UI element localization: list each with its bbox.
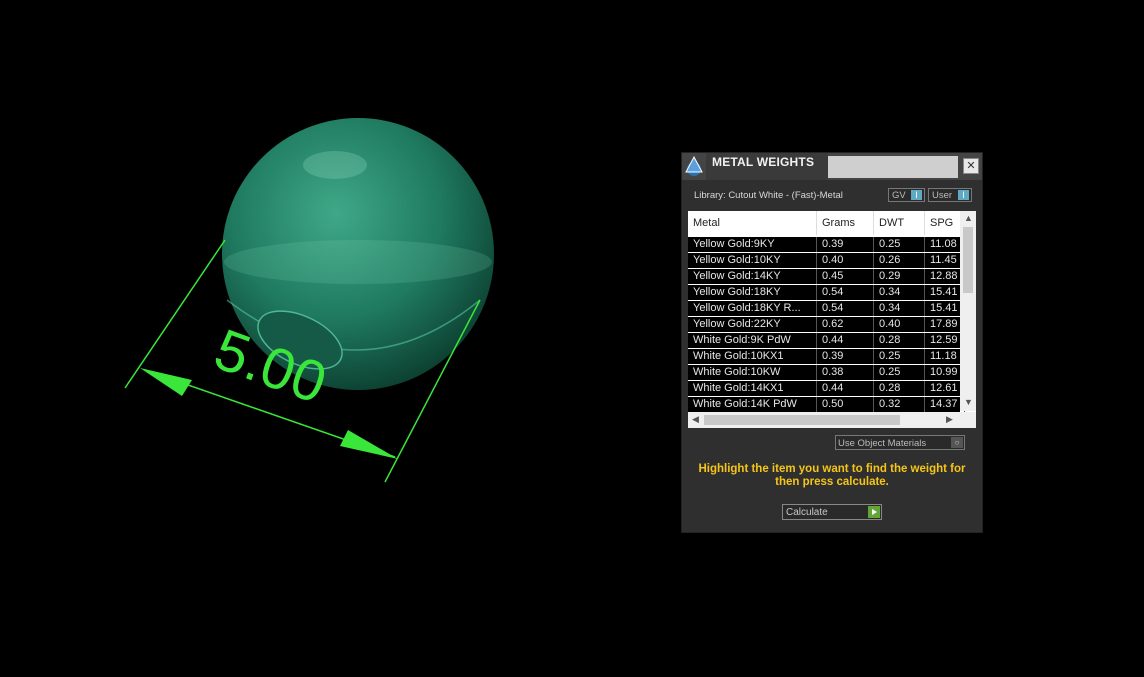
cell-grams: 0.40 <box>817 253 874 268</box>
cell-grams: 0.38 <box>817 365 874 380</box>
cell-dwt: 0.28 <box>874 381 925 396</box>
cell-grams: 0.62 <box>817 317 874 332</box>
cell-grams: 0.45 <box>817 269 874 284</box>
use-object-materials-toggle[interactable]: Use Object Materials ○ <box>835 435 965 450</box>
app-logo-icon <box>685 155 703 176</box>
table-row[interactable]: White Gold:14K PdW 0.50 0.32 14.37 <box>688 397 965 412</box>
cell-spg: 17.89 <box>925 317 965 332</box>
instruction-text: Highlight the item you want to find the … <box>698 463 966 488</box>
column-header-spg[interactable]: SPG <box>925 211 965 235</box>
table-row[interactable]: Yellow Gold:14KY 0.45 0.29 12.88 <box>688 269 965 284</box>
table-row[interactable]: Yellow Gold:18KY R... 0.54 0.34 15.41 <box>688 301 965 316</box>
vertical-scroll-thumb[interactable] <box>963 227 973 293</box>
cell-grams: 0.44 <box>817 381 874 396</box>
gv-label: GV <box>892 190 906 201</box>
metal-weights-panel: METAL WEIGHTS ✕ Library: Cutout White - … <box>682 153 982 532</box>
radio-icon[interactable]: ○ <box>951 437 963 448</box>
cell-dwt: 0.25 <box>874 365 925 380</box>
scroll-down-icon[interactable]: ▼ <box>964 397 973 407</box>
metal-table: Metal Grams DWT SPG Yellow Gold:9KY 0.39 0… <box>688 211 976 428</box>
cell-spg: 12.88 <box>925 269 965 284</box>
scroll-right-icon[interactable]: ▶ <box>946 414 953 425</box>
cell-metal: White Gold:14KX1 <box>688 381 817 396</box>
viewport-canvas: 5.00 <box>124 118 494 483</box>
cell-grams: 0.44 <box>817 333 874 348</box>
vertical-scrollbar[interactable]: ▲ ▼ <box>960 211 976 411</box>
cell-metal: White Gold:14K PdW <box>688 397 817 412</box>
title-strip-light <box>828 156 958 178</box>
cell-dwt: 0.29 <box>874 269 925 284</box>
cell-spg: 12.59 <box>925 333 965 348</box>
gv-toggle-knob[interactable]: I <box>911 190 922 200</box>
cell-spg: 11.08 <box>925 237 965 252</box>
table-row[interactable]: Yellow Gold:22KY 0.62 0.40 17.89 <box>688 317 965 332</box>
use-object-materials-label: Use Object Materials <box>838 438 927 449</box>
close-button[interactable]: ✕ <box>963 158 979 174</box>
table-header: Metal Grams DWT SPG <box>688 211 965 235</box>
table-row[interactable]: White Gold:10KW 0.38 0.25 10.99 <box>688 365 965 380</box>
table-row[interactable]: White Gold:9K PdW 0.44 0.28 12.59 <box>688 333 965 348</box>
cell-metal: Yellow Gold:18KY R... <box>688 301 817 316</box>
table-row[interactable]: Yellow Gold:9KY 0.39 0.25 11.08 <box>688 237 965 252</box>
cell-dwt: 0.25 <box>874 237 925 252</box>
cell-dwt: 0.34 <box>874 301 925 316</box>
cell-dwt: 0.34 <box>874 285 925 300</box>
cell-metal: Yellow Gold:10KY <box>688 253 817 268</box>
calculate-button[interactable]: Calculate <box>782 504 882 520</box>
cell-metal: White Gold:9K PdW <box>688 333 817 348</box>
cell-spg: 14.37 <box>925 397 965 412</box>
horizontal-scroll-thumb[interactable] <box>704 415 900 425</box>
column-header-grams[interactable]: Grams <box>817 211 874 235</box>
table-row[interactable]: Yellow Gold:10KY 0.40 0.26 11.45 <box>688 253 965 268</box>
library-label: Library: Cutout White - (Fast)-Metal <box>694 190 843 201</box>
cell-metal: Yellow Gold:18KY <box>688 285 817 300</box>
cell-metal: Yellow Gold:9KY <box>688 237 817 252</box>
cell-grams: 0.50 <box>817 397 874 412</box>
cell-spg: 11.18 <box>925 349 965 364</box>
table-row[interactable]: White Gold:10KX1 0.39 0.25 11.18 <box>688 349 965 364</box>
cell-metal: White Gold:10KW <box>688 365 817 380</box>
cell-spg: 11.45 <box>925 253 965 268</box>
cell-metal: Yellow Gold:22KY <box>688 317 817 332</box>
column-header-dwt[interactable]: DWT <box>874 211 925 235</box>
play-icon[interactable] <box>868 506 880 518</box>
cell-grams: 0.54 <box>817 301 874 316</box>
cell-grams: 0.39 <box>817 237 874 252</box>
table-row[interactable]: White Gold:14KX1 0.44 0.28 12.61 <box>688 381 965 396</box>
3d-viewport[interactable]: 5.00 <box>0 0 640 672</box>
user-toggle-knob[interactable]: I <box>958 190 969 200</box>
cell-metal: White Gold:10KX1 <box>688 349 817 364</box>
calculate-label: Calculate <box>786 507 828 518</box>
gv-toggle[interactable]: GV I <box>888 188 925 202</box>
user-label: User <box>932 190 953 201</box>
cell-dwt: 0.28 <box>874 333 925 348</box>
cell-dwt: 0.40 <box>874 317 925 332</box>
cell-spg: 10.99 <box>925 365 965 380</box>
cell-dwt: 0.25 <box>874 349 925 364</box>
cell-metal: Yellow Gold:14KY <box>688 269 817 284</box>
column-header-metal[interactable]: Metal <box>688 211 817 235</box>
scroll-left-icon[interactable]: ◀ <box>692 414 699 425</box>
user-toggle[interactable]: User I <box>928 188 972 202</box>
panel-title: METAL WEIGHTS <box>712 155 815 169</box>
cell-spg: 15.41 <box>925 285 965 300</box>
cell-spg: 15.41 <box>925 301 965 316</box>
cell-grams: 0.39 <box>817 349 874 364</box>
table-row[interactable]: Yellow Gold:18KY 0.54 0.34 15.41 <box>688 285 965 300</box>
horizontal-scrollbar[interactable]: ◀ ▶ <box>688 412 976 428</box>
cell-spg: 12.61 <box>925 381 965 396</box>
cell-dwt: 0.32 <box>874 397 925 412</box>
scroll-up-icon[interactable]: ▲ <box>964 213 973 223</box>
cell-dwt: 0.26 <box>874 253 925 268</box>
panel-titlebar[interactable]: METAL WEIGHTS ✕ <box>682 153 982 180</box>
cell-grams: 0.54 <box>817 285 874 300</box>
